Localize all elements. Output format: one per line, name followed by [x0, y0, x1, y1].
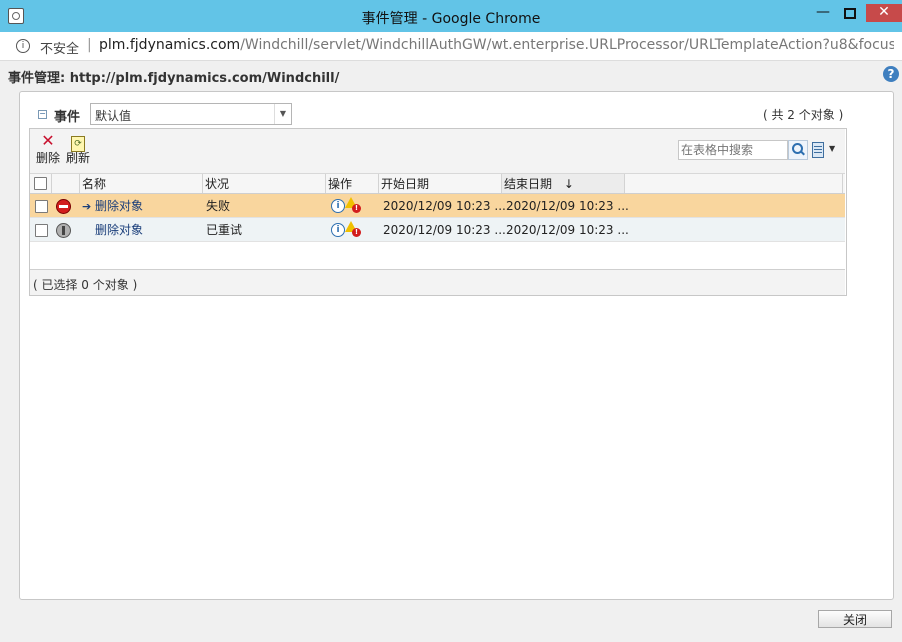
select-all-checkbox[interactable]: [34, 177, 47, 190]
window-titlebar: 事件管理 - Google Chrome — ✕: [0, 0, 902, 32]
current-row-arrow-icon: ➔: [82, 200, 92, 213]
table-footer: ( 已选择 0 个对象 ): [30, 269, 845, 295]
object-count: ( 共 2 个对象 ): [763, 108, 844, 122]
delete-icon: ✕: [41, 131, 55, 150]
error-icon[interactable]: !: [352, 204, 361, 213]
maximize-button[interactable]: [837, 4, 863, 22]
refresh-icon: ⟳: [63, 129, 93, 152]
row-checkbox[interactable]: [35, 224, 48, 237]
event-name-cell[interactable]: 删除对象: [95, 218, 143, 241]
address-separator: |: [87, 37, 92, 53]
failed-icon: [56, 199, 71, 214]
delete-label: 删除: [35, 151, 60, 165]
help-icon[interactable]: ?: [883, 66, 899, 82]
view-select-value: 默认值: [95, 109, 132, 123]
sort-desc-icon: ↓: [563, 177, 574, 191]
info-icon[interactable]: i: [331, 223, 345, 237]
close-button[interactable]: 关闭: [818, 610, 892, 628]
table-header: 名称 状况 操作 开始日期 结束日期 ↓: [30, 174, 845, 194]
start-date-cell: 2020/12/09 10:23 ...: [383, 223, 506, 237]
column-header-actions[interactable]: 操作: [326, 174, 379, 193]
maximize-icon: [844, 8, 856, 19]
event-status: 已重试: [206, 223, 243, 237]
url-path: /Windchill/servlet/WindchillAuthGW/wt.en…: [240, 37, 894, 53]
end-date-cell: 2020/12/09 10:23 ...: [506, 199, 629, 213]
table-search-input[interactable]: [679, 141, 787, 159]
start-date-cell: 2020/12/09 10:23 ...: [383, 199, 506, 213]
table-row[interactable]: 删除对象 已重试 i ! 2020/12/09 10:23 ... 2020/1…: [30, 218, 845, 242]
end-date-cell: 2020/12/09 10:23 ...: [506, 223, 629, 237]
table-search-field[interactable]: [678, 140, 788, 160]
page-header: 事件管理: http://plm.fjdynamics.com/Windchil…: [0, 61, 902, 88]
column-header-start-date[interactable]: 开始日期: [379, 174, 502, 193]
event-name-cell[interactable]: ➔ 删除对象: [82, 194, 143, 217]
table-toolbar: ✕ 删除 ⟳ 刷新 ▼: [30, 129, 845, 174]
url-host: plm.fjdynamics.com: [99, 37, 241, 53]
event-name-link[interactable]: 删除对象: [95, 223, 143, 237]
column-header-name[interactable]: 名称: [80, 174, 203, 193]
event-status: 失败: [206, 199, 231, 213]
header-filler: [625, 174, 843, 193]
info-icon[interactable]: i: [331, 199, 345, 213]
column-menu-chevron-icon[interactable]: ▼: [829, 144, 835, 153]
column-menu-icon[interactable]: [812, 142, 824, 158]
security-label[interactable]: 不安全: [40, 38, 79, 57]
row-checkbox[interactable]: [35, 200, 48, 213]
info-icon[interactable]: i: [16, 39, 30, 53]
table-row[interactable]: ➔ 删除对象 失败 i ! 2020/12/09 10:23 ... 2020/…: [30, 194, 845, 218]
error-icon[interactable]: !: [352, 228, 361, 237]
minimize-button[interactable]: —: [810, 4, 836, 22]
view-select[interactable]: 默认值 ▼: [90, 103, 292, 125]
retried-icon: [56, 223, 71, 238]
selection-status: ( 已选择 0 个对象 ): [33, 278, 138, 292]
event-name-link[interactable]: 删除对象: [95, 199, 143, 213]
page-title: 事件管理: http://plm.fjdynamics.com/Windchil…: [8, 71, 340, 86]
address-bar[interactable]: i 不安全 | plm.fjdynamics.com/Windchill/ser…: [0, 32, 902, 61]
refresh-button[interactable]: ⟳ 刷新: [63, 129, 93, 166]
header-status-icon-cell: [52, 174, 80, 193]
close-window-button[interactable]: ✕: [866, 4, 902, 22]
collapse-icon[interactable]: −: [38, 110, 47, 119]
column-header-status[interactable]: 状况: [203, 174, 326, 193]
url-text[interactable]: plm.fjdynamics.com/Windchill/servlet/Win…: [99, 37, 894, 53]
chevron-down-icon[interactable]: ▼: [274, 104, 291, 124]
header-select-all-cell: [30, 174, 52, 193]
search-button[interactable]: [788, 140, 808, 160]
column-header-end-date[interactable]: 结束日期 ↓: [502, 174, 625, 193]
refresh-label: 刷新: [65, 151, 90, 165]
events-label: 事件: [54, 110, 81, 125]
delete-button[interactable]: ✕ 删除: [34, 129, 62, 166]
window-title: 事件管理 - Google Chrome: [361, 11, 541, 27]
end-date-label: 结束日期: [504, 177, 553, 191]
